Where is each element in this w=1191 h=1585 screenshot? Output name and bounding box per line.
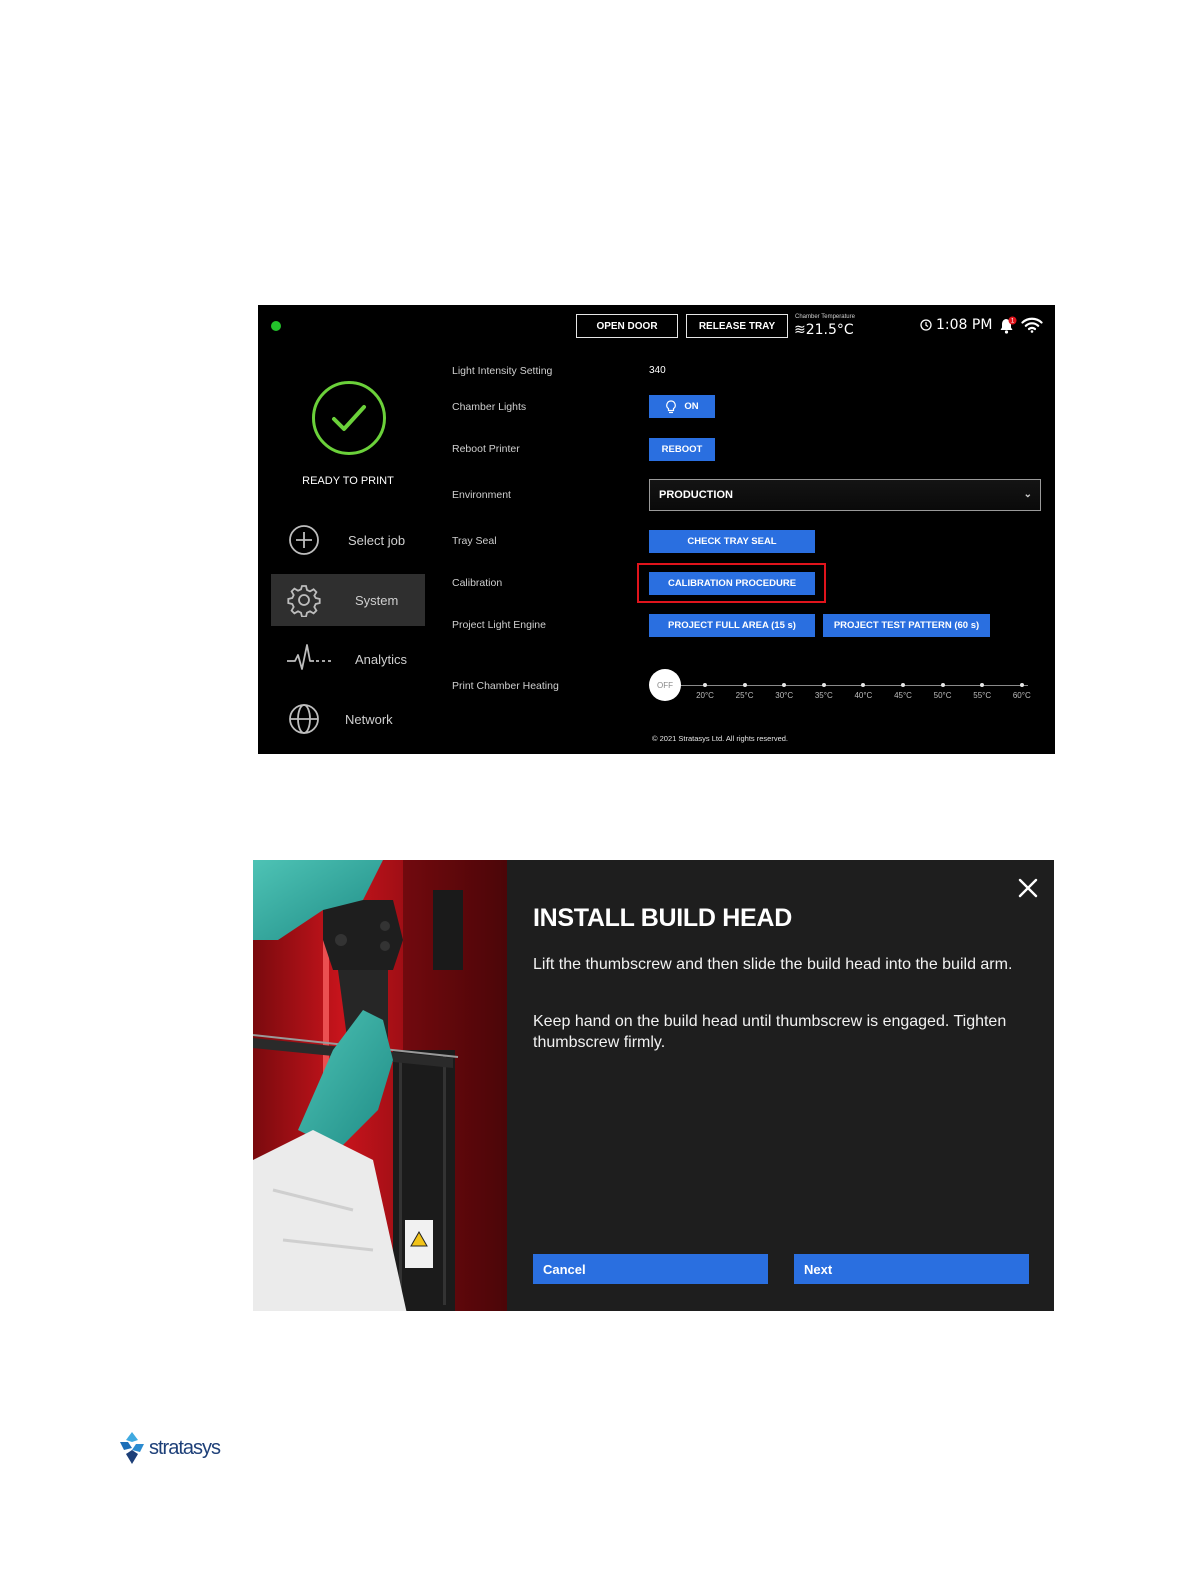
- open-door-button[interactable]: OPEN DOOR: [576, 314, 678, 338]
- globe-icon: [286, 701, 322, 737]
- heating-slider-knob[interactable]: OFF: [649, 669, 681, 701]
- close-icon[interactable]: [1017, 877, 1039, 899]
- check-tray-seal-button[interactable]: CHECK TRAY SEAL: [649, 530, 815, 553]
- heating-tick-dot[interactable]: [742, 683, 747, 687]
- nav-item-system[interactable]: System: [271, 574, 425, 626]
- heating-tick-dot[interactable]: [861, 683, 866, 687]
- heating-tick-dot[interactable]: [782, 683, 787, 687]
- nav-label: Analytics: [355, 651, 408, 667]
- stratasys-logo: stratasys: [118, 1432, 221, 1464]
- ready-status-text: READY TO PRINT: [302, 475, 394, 487]
- nav-label: Select job: [348, 532, 406, 548]
- heating-tick-label: 55°C: [973, 691, 992, 700]
- lightbulb-icon: [666, 399, 677, 413]
- project-full-area-button[interactable]: PROJECT FULL AREA (15 s): [649, 614, 815, 637]
- checkmark-icon: [332, 405, 366, 431]
- chamber-temperature-label: Chamber Temperature: [795, 314, 855, 320]
- print-chamber-heating-label: Print Chamber Heating: [452, 680, 559, 692]
- light-intensity-label: Light Intensity Setting: [452, 365, 553, 377]
- printer-system-screen: OPEN DOOR RELEASE TRAY Chamber Temperatu…: [258, 305, 1055, 754]
- environment-label: Environment: [452, 489, 511, 501]
- clock: 1:08 PM: [920, 317, 992, 333]
- heating-tick-label: 20°C: [696, 691, 714, 700]
- environment-value: PRODUCTION: [659, 489, 733, 501]
- project-test-pattern-button[interactable]: PROJECT TEST PATTERN (60 s): [823, 614, 990, 637]
- cancel-button[interactable]: Cancel: [533, 1254, 768, 1284]
- install-build-head-dialog: INSTALL BUILD HEAD Lift the thumbscrew a…: [253, 860, 1054, 1311]
- release-tray-button[interactable]: RELEASE TRAY: [686, 314, 788, 338]
- build-head-install-photo: [253, 860, 507, 1311]
- heating-tick-label: 40°C: [854, 691, 873, 700]
- heating-tick-label: 25°C: [735, 691, 754, 700]
- next-button[interactable]: Next: [794, 1254, 1029, 1284]
- nav-item-analytics[interactable]: Analytics: [271, 633, 425, 685]
- heating-tick-label: 35°C: [814, 691, 833, 700]
- notifications-button[interactable]: 1: [998, 316, 1018, 340]
- pulse-icon: [286, 641, 332, 677]
- stratasys-logo-icon: [120, 1432, 144, 1464]
- heating-slider-track[interactable]: [664, 685, 1028, 686]
- heating-tick-label: 45°C: [894, 691, 912, 700]
- nav-label: Network: [345, 711, 393, 727]
- status-indicator-dot: [271, 321, 281, 331]
- nav-label: System: [355, 592, 399, 608]
- environment-select[interactable]: PRODUCTION ⌄: [649, 479, 1041, 511]
- heating-tick-label: 60°C: [1012, 691, 1031, 700]
- reboot-printer-label: Reboot Printer: [452, 443, 520, 455]
- dialog-paragraph-2: Keep hand on the build head until thumbs…: [533, 1013, 1007, 1051]
- heating-tick-dot[interactable]: [821, 683, 826, 687]
- clock-icon: [920, 319, 932, 331]
- light-intensity-value: 340: [649, 365, 666, 376]
- nav-item-network[interactable]: Network: [271, 693, 425, 745]
- clock-time: 1:08 PM: [936, 317, 993, 333]
- dialog-paragraph-1: Lift the thumbscrew and then slide the b…: [533, 956, 1013, 973]
- chevron-down-icon: ⌄: [1023, 489, 1032, 500]
- heating-tick-dot[interactable]: [901, 683, 905, 687]
- chamber-lights-toggle[interactable]: ON: [649, 395, 715, 418]
- wifi-status[interactable]: [1021, 317, 1043, 337]
- wifi-icon: [1021, 317, 1043, 333]
- ready-status-indicator: [312, 381, 386, 455]
- heating-tick-dot[interactable]: [980, 683, 985, 687]
- bell-icon: 1: [1000, 316, 1017, 334]
- project-light-engine-label: Project Light Engine: [452, 619, 546, 631]
- tray-seal-label: Tray Seal: [452, 535, 497, 547]
- copyright-text: © 2021 Stratasys Ltd. All rights reserve…: [652, 734, 789, 743]
- heating-tick-label: 50°C: [933, 691, 952, 700]
- plus-circle-icon: [286, 522, 322, 558]
- chamber-temperature-value: ≋21.5°C: [794, 322, 854, 338]
- chamber-lights-state: ON: [684, 401, 699, 412]
- heating-tick-dot[interactable]: [703, 683, 707, 687]
- nav-item-select-job[interactable]: Select job: [271, 514, 425, 566]
- heating-tick-dot[interactable]: [1019, 683, 1024, 687]
- gear-icon: [286, 582, 322, 618]
- heating-tick-dot[interactable]: [940, 683, 945, 687]
- calibration-label: Calibration: [452, 577, 503, 589]
- reboot-button[interactable]: REBOOT: [649, 438, 715, 461]
- heating-tick-label: 30°C: [775, 691, 794, 700]
- dialog-title: INSTALL BUILD HEAD: [533, 904, 792, 932]
- stratasys-logo-text: stratasys: [149, 1436, 221, 1459]
- calibration-procedure-button[interactable]: CALIBRATION PROCEDURE: [649, 572, 815, 595]
- chamber-lights-label: Chamber Lights: [452, 401, 527, 413]
